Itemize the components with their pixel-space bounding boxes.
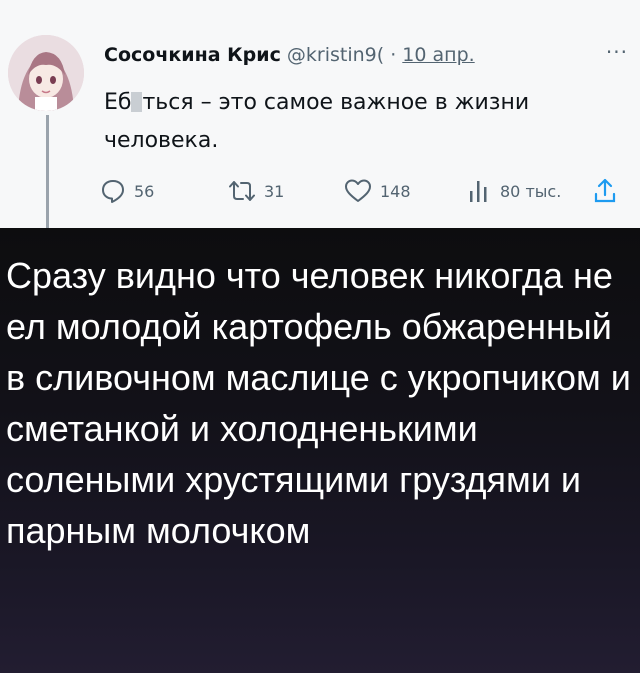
author-name[interactable]: Сосочкина Крис bbox=[104, 44, 281, 66]
caption-text: Сразу видно что человек никогда не ел мо… bbox=[6, 255, 631, 551]
reply-button[interactable]: 56 bbox=[100, 178, 154, 204]
tweet-text: Еб ться – это самое важное в жизни челове… bbox=[104, 84, 604, 160]
tweet-actions: 56 31 148 80 тыс. bbox=[100, 178, 625, 212]
avatar[interactable] bbox=[8, 35, 84, 111]
reply-count: 56 bbox=[134, 181, 155, 201]
censor-block bbox=[131, 92, 143, 112]
tweet-card: Сосочкина Крис @kristin9( · 10 апр. ··· … bbox=[0, 0, 640, 228]
like-icon bbox=[345, 179, 371, 202]
views-icon bbox=[470, 181, 487, 202]
author-handle[interactable]: @kristin9( bbox=[287, 44, 384, 66]
retweet-icon bbox=[229, 181, 255, 201]
tweet-date[interactable]: 10 апр. bbox=[402, 44, 474, 66]
like-button[interactable]: 148 bbox=[344, 178, 411, 204]
share-button[interactable] bbox=[593, 178, 625, 204]
share-icon bbox=[594, 178, 616, 203]
tweet-header: Сосочкина Крис @kristin9( · 10 апр. bbox=[104, 44, 624, 74]
views-count: 80 тыс. bbox=[500, 181, 562, 201]
retweet-count: 31 bbox=[264, 181, 285, 201]
views-button[interactable]: 80 тыс. bbox=[468, 178, 561, 204]
header-separator: · bbox=[390, 44, 397, 66]
tweet-text-start: Еб bbox=[104, 90, 132, 115]
thread-line bbox=[46, 115, 49, 228]
more-options-icon[interactable]: ··· bbox=[606, 40, 628, 64]
tweet-text-end: ться – это самое важное в жизни человека… bbox=[104, 90, 530, 153]
reply-icon bbox=[102, 180, 124, 203]
like-count: 148 bbox=[380, 181, 411, 201]
retweet-button[interactable]: 31 bbox=[228, 178, 284, 204]
caption-panel: Сразу видно что человек никогда не ел мо… bbox=[0, 228, 640, 673]
avatar-image bbox=[8, 35, 84, 111]
